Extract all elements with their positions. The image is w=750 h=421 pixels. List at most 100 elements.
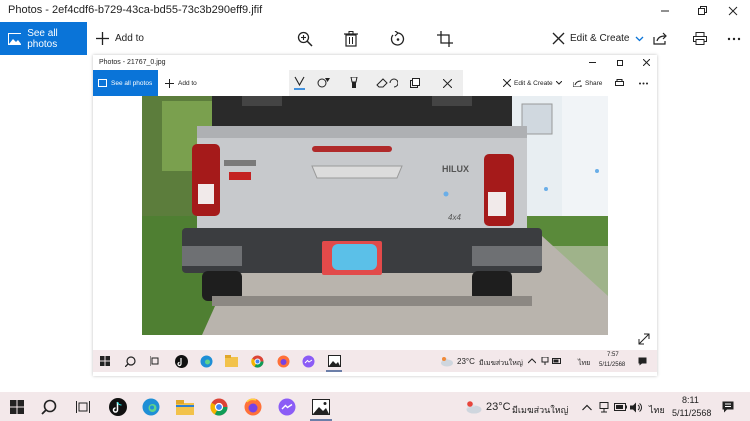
taskbar-tiktok[interactable] [107, 396, 129, 418]
minimize-button[interactable] [648, 0, 682, 22]
notification-icon [638, 357, 646, 365]
inner-temperature: 23°C [457, 357, 475, 366]
zoom-pencil-icon [317, 78, 330, 88]
rotate-icon [390, 30, 405, 46]
highlighter-icon [350, 77, 358, 88]
inner-taskbar-photos[interactable] [326, 353, 342, 369]
inner-taskbar-explorer[interactable] [223, 353, 239, 369]
search-button[interactable] [38, 396, 60, 418]
clock-date[interactable]: 5/11/2568 [672, 408, 711, 418]
edge-icon [142, 398, 160, 416]
close-markup-button[interactable] [443, 70, 452, 96]
pen-icon [294, 76, 305, 90]
inner-weather-text: มีเมฆส่วนใหญ่ [479, 360, 523, 367]
taskbar-photos[interactable] [310, 396, 332, 418]
inner-see-all-label: See all photos [111, 79, 153, 87]
inner-share-label: Share [585, 79, 603, 87]
inner-print-button[interactable] [615, 70, 624, 96]
title-bar: Photos - 2ef4cdf6-b729-43ca-bd55-73c3b29… [0, 0, 750, 22]
print-button[interactable] [693, 22, 707, 55]
firefox-icon [277, 355, 289, 367]
inner-taskbar-edge[interactable] [198, 353, 214, 369]
taskbar-file-explorer[interactable] [174, 396, 196, 418]
pencil-tool[interactable] [317, 70, 331, 96]
inner-task-view-button[interactable] [147, 353, 163, 369]
inner-notifications-button[interactable] [634, 353, 650, 369]
inner-add-to-label: Add to [178, 79, 197, 87]
photos-app-window: Photos - 2ef4cdf6-b729-43ca-bd55-73c3b29… [0, 0, 750, 421]
close-button[interactable] [716, 0, 750, 22]
task-view-icon [76, 401, 90, 413]
window-title: Photos - 2ef4cdf6-b729-43ca-bd55-73c3b29… [8, 4, 263, 16]
chevron-down-icon [636, 36, 644, 41]
photo-canvas[interactable]: HILUX 4x4 [142, 96, 608, 335]
copy-button[interactable] [410, 70, 420, 96]
inner-taskbar-messenger[interactable] [300, 353, 316, 369]
see-all-photos-label: See all photos [27, 27, 58, 50]
inner-search-button[interactable] [122, 353, 138, 369]
chevron-up-icon [582, 404, 592, 410]
inner-see-all-photos-button[interactable]: See all photos [93, 70, 158, 96]
taskbar-firefox[interactable] [242, 396, 264, 418]
add-to-button[interactable]: Add to [96, 22, 144, 55]
inner-close-button[interactable] [635, 55, 657, 70]
notification-icon [722, 401, 734, 413]
edit-create-button[interactable]: Edit & Create [552, 22, 644, 55]
notifications-button[interactable] [717, 396, 739, 418]
highlighter-tool[interactable] [349, 70, 359, 96]
inner-start-button[interactable] [97, 353, 113, 369]
crop-button[interactable] [437, 22, 453, 55]
task-view-button[interactable] [72, 396, 94, 418]
see-all-photos-button[interactable]: See all photos [0, 22, 87, 55]
photos-icon [98, 79, 107, 87]
search-icon [41, 399, 57, 415]
battery-icon [552, 358, 561, 364]
inner-maximize-button[interactable] [609, 55, 631, 70]
taskbar-edge[interactable] [140, 396, 162, 418]
inner-taskbar-tiktok[interactable] [173, 353, 189, 369]
rotate-button[interactable] [390, 22, 406, 55]
inner-clock-date[interactable]: 5/11/2568 [599, 362, 625, 368]
toolbar: See all photos Add to Edit & Create [0, 22, 750, 55]
zoom-in-icon [297, 31, 313, 47]
inner-battery-icon[interactable] [549, 353, 565, 369]
full-screen-button[interactable] [638, 331, 650, 347]
ballpoint-pen-tool[interactable] [294, 70, 305, 96]
maximize-button[interactable] [685, 0, 719, 22]
close-icon [642, 59, 650, 66]
inner-edit-create-button[interactable]: Edit & Create [503, 70, 562, 96]
model-lettering: HILUX [442, 164, 469, 174]
inner-minimize-button[interactable] [581, 55, 603, 70]
photos-app-icon [327, 355, 341, 367]
more-icon [727, 37, 741, 40]
more-icon [639, 82, 648, 84]
volume-icon[interactable] [625, 396, 647, 418]
weather-icon [462, 396, 484, 418]
inner-share-button[interactable]: Share [573, 70, 602, 96]
taskbar-messenger[interactable] [276, 396, 298, 418]
search-icon [124, 355, 136, 367]
start-button[interactable] [6, 396, 28, 418]
inner-add-to-button[interactable]: Add to [165, 70, 197, 96]
inner-clock-time[interactable]: 7:57 [607, 352, 619, 358]
share-button[interactable] [653, 22, 667, 55]
zoom-button[interactable] [297, 22, 313, 55]
inner-taskbar-chrome[interactable] [249, 353, 265, 369]
taskbar-chrome[interactable] [208, 396, 230, 418]
cloud-icon [466, 401, 482, 414]
inner-more-button[interactable] [639, 70, 648, 96]
plus-icon [165, 78, 174, 88]
inner-language[interactable]: ไทย [578, 358, 590, 369]
more-options-button[interactable] [727, 22, 741, 55]
clock-time[interactable]: 8:11 [682, 395, 699, 405]
close-icon [443, 78, 452, 88]
crop-icon [437, 30, 453, 47]
delete-button[interactable] [344, 22, 358, 55]
inner-window-title: Photos - 21767_0.jpg [99, 59, 166, 66]
close-icon [728, 6, 738, 16]
eraser-tool[interactable] [376, 70, 398, 96]
weather-text: มีเมฆส่วนใหญ่ [512, 405, 569, 415]
minimize-icon [661, 10, 669, 12]
inner-taskbar-firefox[interactable] [275, 353, 291, 369]
input-language[interactable]: ไทย [649, 403, 665, 417]
